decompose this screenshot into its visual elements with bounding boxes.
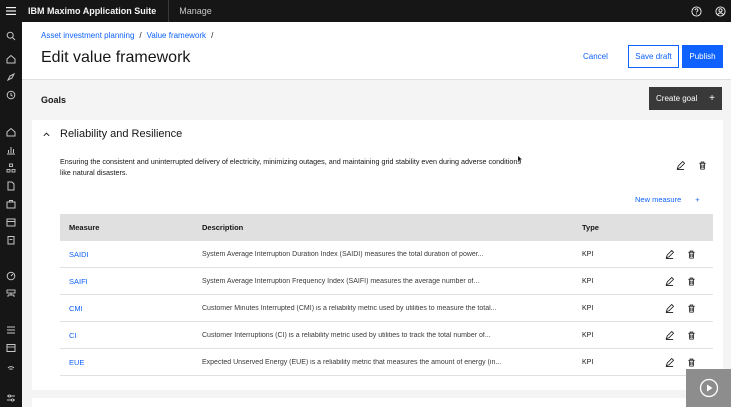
add-icon: + — [695, 195, 700, 204]
brand-name[interactable]: IBM Maximo Application Suite — [22, 0, 170, 22]
home-icon[interactable] — [5, 53, 17, 65]
goals-heading: Goals — [41, 95, 67, 105]
cancel-button[interactable]: Cancel — [577, 45, 614, 68]
briefcase-icon[interactable] — [5, 198, 17, 210]
column-header-type[interactable]: Type — [582, 223, 664, 232]
chevron-up-icon[interactable] — [42, 130, 51, 139]
edit-icon[interactable] — [664, 276, 674, 286]
history-icon[interactable] — [5, 89, 17, 101]
edit-icon[interactable] — [664, 249, 674, 259]
trash-icon[interactable] — [686, 249, 696, 259]
network-icon[interactable] — [5, 288, 17, 300]
table-row: EUE Expected Unserved Energy (EUE) is a r… — [60, 349, 713, 376]
video-play-button[interactable] — [686, 369, 731, 407]
play-icon — [699, 378, 718, 398]
column-header-measure[interactable]: Measure — [60, 223, 202, 232]
measure-link[interactable]: SAIDI — [60, 250, 202, 259]
table-header: Measure Description Type — [60, 214, 713, 241]
measure-type: KPI — [582, 277, 594, 285]
breadcrumb-separator: / — [211, 31, 214, 40]
trash-icon[interactable] — [697, 160, 707, 170]
trash-icon[interactable] — [686, 276, 696, 286]
measure-description: System Average Interruption Duration Ind… — [202, 250, 484, 258]
measure-link[interactable]: EUE — [60, 358, 202, 367]
top-header: IBM Maximo Application Suite Manage — [0, 0, 731, 22]
create-goal-button[interactable]: Create goal + — [649, 87, 722, 110]
rocket-icon[interactable] — [5, 71, 17, 83]
edit-icon[interactable] — [675, 160, 685, 170]
home-outline-icon[interactable] — [5, 126, 17, 138]
measure-link[interactable]: CMI — [60, 304, 202, 313]
measures-table: Measure Description Type SAIDI System Ave… — [60, 214, 713, 376]
table-row: CMI Customer Minutes Interrupted (CMI) is… — [60, 295, 713, 322]
main-content: Asset investment planning / Value framew… — [22, 22, 731, 407]
help-icon[interactable] — [689, 4, 703, 18]
publish-button[interactable]: Publish — [682, 45, 723, 68]
measure-description: Customer Interruptions (CI) is a reliabi… — [202, 331, 491, 339]
hierarchy-icon[interactable] — [5, 162, 17, 174]
measure-link[interactable]: SAIFI — [60, 277, 202, 286]
dashboard-icon[interactable] — [5, 270, 17, 282]
next-goal-card — [32, 398, 723, 407]
measure-type: KPI — [582, 358, 594, 366]
goals-section-header: Goals Create goal + — [22, 80, 731, 120]
add-icon: + — [709, 93, 715, 104]
measure-type: KPI — [582, 304, 594, 312]
measure-type: KPI — [582, 331, 594, 339]
measure-link[interactable]: CI — [60, 331, 202, 340]
create-goal-label: Create goal — [656, 94, 698, 103]
side-nav-rail — [0, 22, 22, 407]
brand-product: Maximo Application Suite — [47, 6, 157, 16]
table-row: CI Customer Interruptions (CI) is a relia… — [60, 322, 713, 349]
settings-sliders-icon[interactable] — [5, 392, 17, 404]
save-draft-button[interactable]: Save draft — [628, 45, 679, 68]
trash-icon[interactable] — [686, 357, 696, 367]
mouse-cursor-icon — [518, 156, 522, 162]
clipboard-icon[interactable] — [5, 234, 17, 246]
table-icon[interactable] — [5, 342, 17, 354]
brand-ibm: IBM — [28, 6, 45, 16]
goal-card-header[interactable]: Reliability and Resilience — [32, 120, 723, 148]
column-header-description[interactable]: Description — [202, 223, 582, 232]
trash-icon[interactable] — [686, 330, 696, 340]
signal-icon[interactable] — [5, 360, 17, 372]
goal-card: Reliability and Resilience Ensuring the … — [32, 120, 723, 390]
table-row: SAIDI System Average Interruption Duratio… — [60, 241, 713, 268]
edit-icon[interactable] — [664, 330, 674, 340]
menu-icon[interactable] — [0, 0, 22, 22]
breadcrumb: Asset investment planning / Value framew… — [41, 31, 213, 40]
new-measure-label: New measure — [635, 195, 682, 204]
document-icon[interactable] — [5, 180, 17, 192]
list-icon[interactable] — [5, 324, 17, 336]
table-row: SAIFI System Average Interruption Frequen… — [60, 268, 713, 295]
search-icon[interactable] — [5, 30, 17, 42]
goal-description: Ensuring the consistent and uninterrupte… — [60, 157, 521, 177]
measure-type: KPI — [582, 250, 594, 258]
module-name: Manage — [179, 6, 212, 16]
calendar-icon[interactable] — [5, 216, 17, 228]
breadcrumb-value-framework[interactable]: Value framework — [147, 31, 206, 40]
new-measure-button[interactable]: New measure + — [635, 195, 700, 204]
breadcrumb-separator: / — [139, 31, 142, 40]
breadcrumb-asset-investment-planning[interactable]: Asset investment planning — [41, 31, 134, 40]
goal-title: Reliability and Resilience — [60, 128, 183, 140]
chart-icon[interactable] — [5, 144, 17, 156]
measure-description: Expected Unserved Energy (EUE) is a reli… — [202, 358, 502, 366]
measure-description: Customer Minutes Interrupted (CMI) is a … — [202, 304, 497, 312]
page-header: Asset investment planning / Value framew… — [22, 22, 731, 80]
edit-icon[interactable] — [664, 357, 674, 367]
trash-icon[interactable] — [686, 303, 696, 313]
user-icon[interactable] — [713, 4, 727, 18]
measure-description: System Average Interruption Frequency In… — [202, 277, 480, 285]
page-title: Edit value framework — [41, 49, 191, 66]
edit-icon[interactable] — [664, 303, 674, 313]
